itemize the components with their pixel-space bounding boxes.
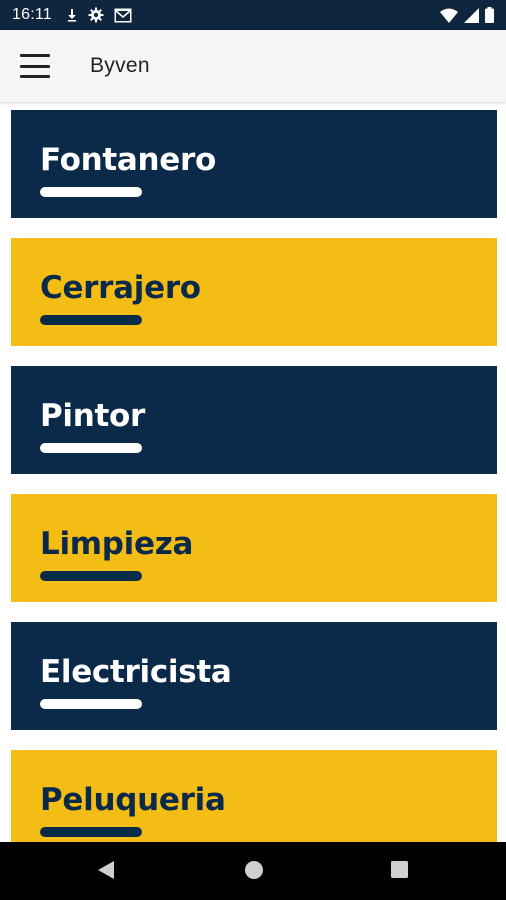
category-card-peluqueria[interactable]: Peluqueria bbox=[11, 750, 497, 842]
category-underline bbox=[40, 187, 142, 197]
app-bar: Byven bbox=[0, 30, 506, 102]
hamburger-menu-icon[interactable] bbox=[20, 54, 50, 78]
recents-icon[interactable] bbox=[390, 860, 409, 884]
category-underline bbox=[40, 827, 142, 837]
category-label: Cerrajero bbox=[40, 270, 201, 306]
status-system-icons bbox=[440, 7, 494, 23]
status-time: 16:11 bbox=[12, 6, 52, 23]
category-card-fontanero[interactable]: Fontanero bbox=[11, 110, 497, 218]
category-underline bbox=[40, 571, 142, 581]
status-bar: 16:11 bbox=[0, 0, 506, 30]
category-label: Fontanero bbox=[40, 142, 217, 178]
category-card-limpieza[interactable]: Limpieza bbox=[11, 494, 497, 602]
battery-icon bbox=[485, 7, 494, 23]
category-label: Pintor bbox=[40, 398, 146, 434]
category-card-electricista[interactable]: Electricista bbox=[11, 622, 497, 730]
wifi-icon bbox=[440, 8, 458, 23]
navigation-bar bbox=[0, 842, 506, 900]
category-list: Fontanero Cerrajero Pintor Limpieza Elec… bbox=[0, 102, 506, 842]
category-underline bbox=[40, 443, 142, 453]
settings-icon bbox=[88, 7, 104, 23]
back-icon[interactable] bbox=[97, 860, 115, 885]
download-icon bbox=[66, 8, 78, 22]
signal-icon bbox=[464, 7, 479, 23]
category-label: Limpieza bbox=[40, 526, 194, 562]
category-card-pintor[interactable]: Pintor bbox=[11, 366, 497, 474]
category-label: Peluqueria bbox=[40, 782, 226, 818]
status-notification-icons bbox=[66, 7, 132, 23]
category-underline bbox=[40, 315, 142, 325]
category-card-cerrajero[interactable]: Cerrajero bbox=[11, 238, 497, 346]
app-title: Byven bbox=[90, 54, 150, 77]
mail-icon bbox=[114, 8, 132, 23]
category-underline bbox=[40, 699, 142, 709]
home-icon[interactable] bbox=[244, 860, 264, 885]
category-label: Electricista bbox=[40, 654, 232, 690]
app-screen: 16:11 Byven Fontanero Cerrajero Pintor L… bbox=[0, 0, 506, 900]
